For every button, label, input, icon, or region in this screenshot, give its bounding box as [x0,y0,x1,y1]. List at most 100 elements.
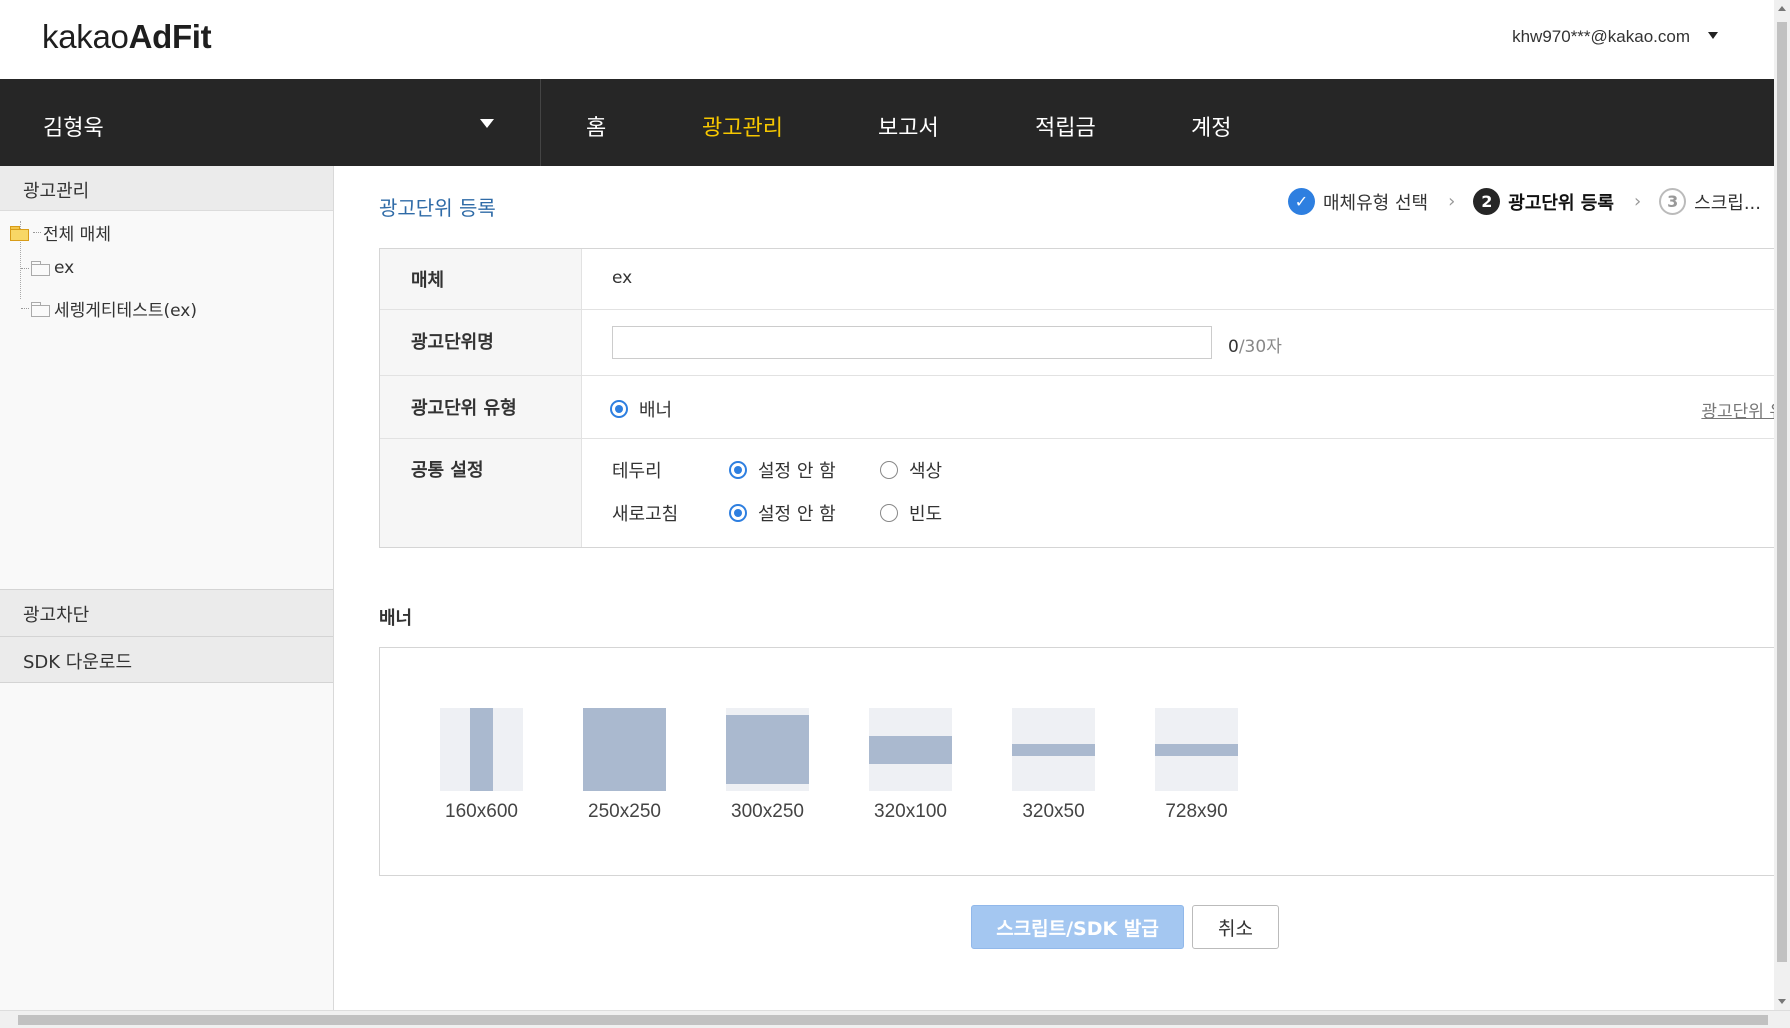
counter-max: /30자 [1238,337,1282,357]
border-option-color[interactable]: 색상 [880,457,942,483]
ad-unit-type-label: 광고단위 유형 [380,376,582,438]
banner-size-label: 300x250 [731,801,804,822]
common-settings-label: 공통 설정 [380,439,582,547]
nav-item-credits[interactable]: 적립금 [1035,110,1096,142]
radio-selected-icon[interactable] [729,461,747,479]
sidebar-item-sdk-download[interactable]: SDK 다운로드 [0,636,333,683]
banner-size-320x50[interactable]: 320x50 [1012,708,1095,823]
refresh-label: 새로고침 [612,504,679,525]
chevron-right-icon: › [1633,191,1642,212]
ad-unit-help-link[interactable]: 광고단위 유 [1701,397,1785,422]
banner-size-320x100[interactable]: 320x100 [869,708,952,823]
tree-node-ex[interactable]: ex [21,258,74,278]
banner-thumbnail [869,708,952,791]
border-label: 테두리 [612,461,662,482]
type-option-banner[interactable]: 배너 [610,396,672,422]
ad-unit-name-label: 광고단위명 [380,310,582,375]
banner-thumbnail [583,708,666,791]
banner-size-728x90[interactable]: 728x90 [1155,708,1238,823]
banner-size-label: 250x250 [588,801,661,822]
issue-script-sdk-button[interactable]: 스크립트/SDK 발급 [971,905,1184,949]
counter-current: 0 [1228,337,1239,357]
step-1-label: 매체유형 선택 [1323,192,1429,214]
vertical-scrollbar[interactable] [1774,0,1790,1010]
banner-size-label: 160x600 [445,801,518,822]
step-2-number: 2 [1473,188,1501,215]
media-value: ex [612,268,633,288]
sidebar: 광고관리 전체 매체 ex 세렝게티테스트(ex) 광고차단 SDK 다운로드 [0,166,334,1010]
user-selector[interactable]: 김형욱 [0,79,541,166]
banner-thumbnail [1012,708,1095,791]
logo-regular-text: kakao [42,18,129,55]
horizontal-scrollbar[interactable] [0,1010,1790,1028]
chevron-right-icon: › [1448,191,1456,212]
sidebar-title[interactable]: 광고관리 [0,166,333,211]
step-done-check-icon: ✓ [1288,188,1315,215]
step-3-label: 스크립... [1694,192,1761,214]
vertical-scroll-thumb[interactable] [1777,22,1787,962]
nav-item-home[interactable]: 홈 [586,110,606,142]
top-header: kakaoAdFit khw970***@kakao.com [0,0,1774,79]
refresh-option-frequency[interactable]: 빈도 [880,500,942,526]
option-label: 색상 [909,461,943,482]
main-content: 광고단위 등록 ✓ 매체유형 선택 › 2 광고단위 등록 › 3 스크립...… [335,166,1785,1010]
border-option-none[interactable]: 설정 안 함 [729,457,836,483]
ad-unit-form: 매체 ex 광고단위명 0/30자 광고단위 유형 배너 광고단위 유 공통 설… [379,248,1785,548]
nav-item-ad-management[interactable]: 광고관리 [702,110,783,142]
banner-size-label: 728x90 [1165,801,1228,822]
banner-size-label: 320x50 [1022,801,1085,822]
main-nav-bar: 김형욱 홈 광고관리 보고서 적립금 계정 [0,79,1774,166]
tree-dash [33,232,41,233]
page-title: 광고단위 등록 [379,196,496,220]
form-row-media: 매체 ex [380,249,1779,309]
user-name: 김형욱 [43,116,104,141]
sidebar-item-ad-block[interactable]: 광고차단 [0,589,333,636]
banner-size-250x250[interactable]: 250x250 [583,708,666,823]
logo-bold-text: AdFit [128,18,212,55]
form-row-name: 광고단위명 0/30자 [380,309,1779,375]
banner-size-label: 320x100 [874,801,947,822]
step-3-number: 3 [1659,188,1687,215]
banner-size-list: 160x600 250x250 300x250 320x100 320x50 7… [379,647,1779,876]
cancel-button[interactable]: 취소 [1192,905,1279,949]
kakao-adfit-logo[interactable]: kakaoAdFit [42,18,212,56]
option-label: 설정 안 함 [758,461,836,482]
banner-size-160x600[interactable]: 160x600 [440,708,523,823]
radio-selected-icon[interactable] [610,400,628,418]
banner-thumbnail [726,708,809,791]
option-label: 설정 안 함 [758,504,836,525]
ad-unit-name-input[interactable] [612,326,1212,359]
tree-node-serengeti-test[interactable]: 세렝게티테스트(ex) [21,296,197,321]
horizontal-scroll-thumb[interactable] [18,1015,1768,1025]
radio-selected-icon[interactable] [729,504,747,522]
banner-thumbnail [1155,708,1238,791]
scroll-up-icon[interactable] [1778,6,1786,11]
form-row-common: 공통 설정 테두리 설정 안 함 색상 새로고침 설정 안 함 빈도 [380,438,1779,547]
banner-size-300x250[interactable]: 300x250 [726,708,809,823]
option-label: 빈도 [909,504,943,525]
radio-unselected-icon[interactable] [880,504,898,522]
radio-unselected-icon[interactable] [880,461,898,479]
step-2-label: 광고단위 등록 [1508,192,1614,214]
tree-dash [21,267,29,269]
nav-item-account[interactable]: 계정 [1191,110,1231,142]
scroll-down-icon[interactable] [1778,999,1786,1004]
user-dropdown-icon[interactable] [480,119,494,128]
refresh-option-none[interactable]: 설정 안 함 [729,500,836,526]
name-char-counter: 0/30자 [1228,332,1282,357]
media-label: 매체 [380,249,582,309]
account-email[interactable]: khw970***@kakao.com [1512,27,1690,47]
nav-item-reports[interactable]: 보고서 [878,110,939,142]
media-tree: 전체 매체 ex 세렝게티테스트(ex) [0,211,333,589]
tree-node-label: ex [54,258,75,278]
banner-section-title: 배너 [379,608,413,629]
banner-thumbnail [440,708,523,791]
folder-icon [31,261,50,276]
account-dropdown-icon[interactable] [1708,32,1718,39]
progress-steps: ✓ 매체유형 선택 › 2 광고단위 등록 › 3 스크립... [1288,188,1761,215]
open-folder-icon [10,225,29,241]
tree-node-all-media[interactable]: 전체 매체 [10,220,111,245]
folder-icon [31,301,50,317]
tree-node-label: 전체 매체 [43,225,111,245]
tree-dash [21,308,29,309]
